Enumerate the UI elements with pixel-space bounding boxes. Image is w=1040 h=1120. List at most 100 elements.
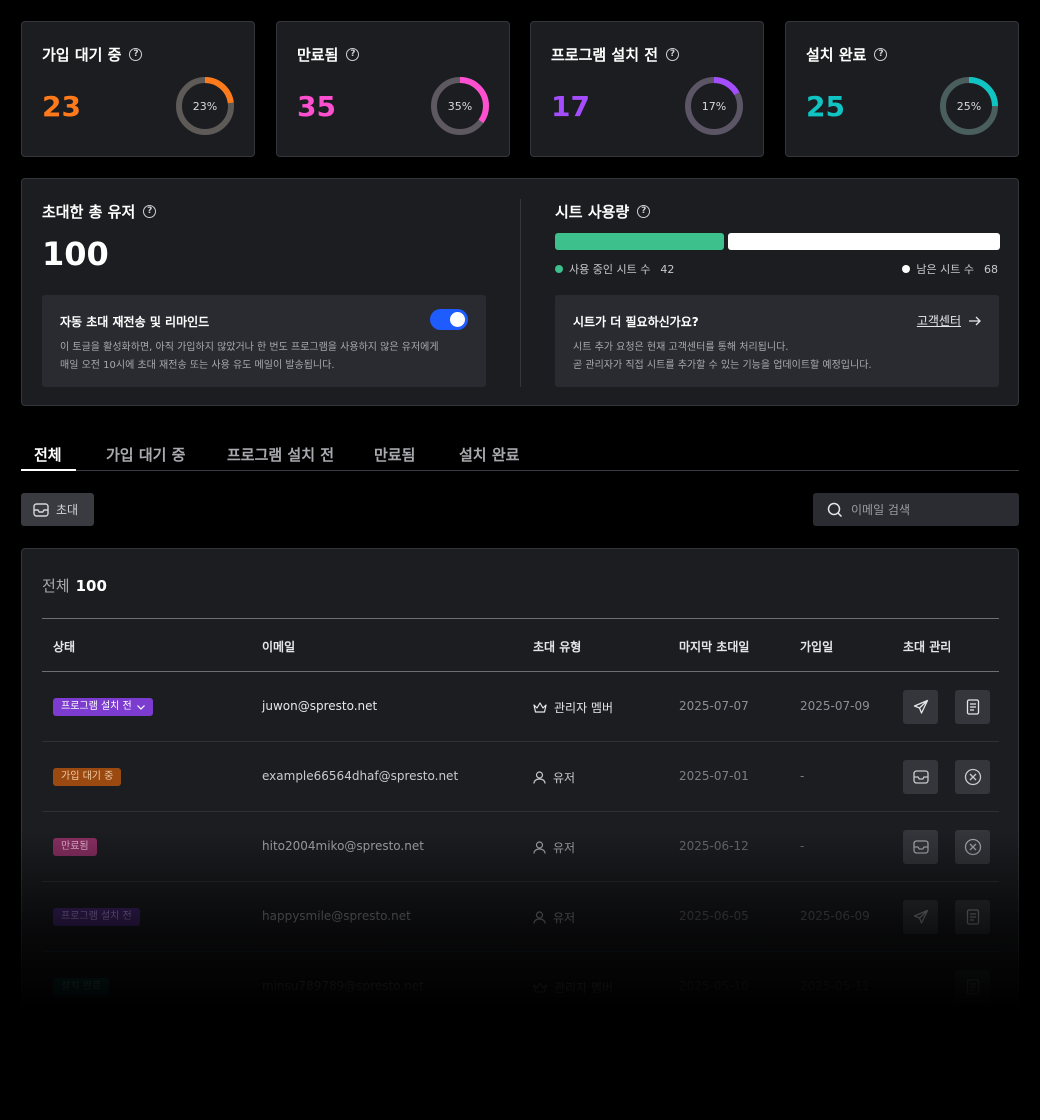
- table-total: 전체 100: [42, 575, 107, 596]
- col-type: 초대 유형: [533, 640, 582, 654]
- help-icon[interactable]: ?: [637, 205, 651, 218]
- progress-ring: 25%: [940, 77, 998, 135]
- status-badge[interactable]: 만료됨: [53, 838, 97, 856]
- progress-ring: 17%: [685, 77, 743, 135]
- invited-total: 100: [42, 235, 109, 273]
- stat-card-pending: 가입 대기 중? 23 23%: [21, 21, 255, 157]
- row-email: juwon@spresto.net: [262, 699, 378, 713]
- more-seats-box: 시트가 더 필요하신가요? 고객센터 시트 추가 요청은 현재 고객센터를 통해…: [555, 295, 999, 387]
- invite-button[interactable]: 초대: [21, 493, 94, 526]
- tab-installed[interactable]: 설치 완료: [459, 444, 519, 465]
- seat-left-bar: [728, 233, 1000, 250]
- support-link-label: 고객센터: [916, 314, 961, 328]
- total-count: 100: [75, 577, 107, 595]
- auto-invite-toggle[interactable]: [430, 309, 468, 330]
- tab-pending[interactable]: 가입 대기 중: [106, 444, 185, 465]
- auto-invite-title: 자동 초대 재전송 및 리마인드: [60, 315, 210, 329]
- stat-value: 25: [806, 90, 845, 123]
- close-circle-icon: [964, 838, 981, 856]
- row-last-invite: 2025-06-12: [679, 839, 749, 853]
- table-row: 프로그램 설치 전 happysmile@spresto.net 유저 2025…: [42, 882, 999, 952]
- row-email: happysmile@spresto.net: [262, 909, 411, 923]
- user-icon: [533, 841, 546, 854]
- cancel-invite-button[interactable]: [955, 830, 990, 864]
- table-row: 설치 완료 minsu789789@spresto.net 관리자 멤버 202…: [42, 952, 999, 1022]
- resend-invite-button[interactable]: [903, 760, 938, 794]
- active-tab-indicator: [21, 469, 76, 471]
- help-icon[interactable]: ?: [666, 48, 680, 61]
- close-circle-icon: [964, 768, 981, 786]
- auto-invite-desc-2: 매일 오전 10시에 초대 재전송 또는 사용 유도 메일이 발송됩니다.: [60, 360, 335, 371]
- total-label: 전체: [42, 577, 70, 595]
- send-button[interactable]: [903, 690, 938, 724]
- row-last-invite: 2025-06-05: [679, 909, 749, 923]
- tab-all[interactable]: 전체: [34, 444, 62, 465]
- help-icon[interactable]: ?: [129, 48, 143, 61]
- dashboard: 가입 대기 중? 23 23% 만료됨? 35 35% 프로그램 설치 전? 1…: [0, 0, 1040, 1120]
- toggle-knob: [450, 312, 465, 327]
- help-icon[interactable]: ?: [874, 48, 888, 61]
- help-icon[interactable]: ?: [143, 205, 157, 218]
- row-joined: -: [800, 769, 805, 783]
- inbox-icon: [912, 770, 929, 784]
- document-button[interactable]: [955, 900, 990, 934]
- arrow-right-icon: [969, 316, 981, 325]
- table-header: 상태 이메일 초대 유형 마지막 초대일 가입일 초대 관리: [42, 618, 999, 672]
- user-icon: [533, 771, 546, 784]
- row-type: 유저: [553, 841, 576, 855]
- divider: [520, 199, 521, 387]
- row-joined: 2025-07-09: [800, 699, 870, 713]
- row-email: hito2004miko@spresto.net: [262, 839, 424, 853]
- progress-label: 35%: [448, 100, 472, 113]
- tab-not-installed[interactable]: 프로그램 설치 전: [227, 444, 334, 465]
- table-row: 만료됨 hito2004miko@spresto.net 유저 2025-06-…: [42, 812, 999, 882]
- legend-used: 사용 중인 시트 수 42: [555, 261, 674, 277]
- support-link[interactable]: 고객센터: [917, 312, 981, 329]
- progress-label: 25%: [957, 100, 981, 113]
- legend-left: 남은 시트 수 68: [902, 261, 998, 277]
- search-placeholder: 이메일 검색: [851, 503, 911, 517]
- progress-ring: 23%: [176, 77, 234, 135]
- stat-card-expired: 만료됨? 35 35%: [276, 21, 510, 157]
- crown-icon: [533, 701, 547, 713]
- send-icon: [913, 699, 928, 714]
- status-badge[interactable]: 프로그램 설치 전: [53, 908, 140, 926]
- stat-card-not-installed: 프로그램 설치 전? 17 17%: [530, 21, 764, 157]
- help-icon[interactable]: ?: [346, 48, 360, 61]
- document-icon: [966, 979, 979, 995]
- stat-title: 만료됨: [297, 46, 339, 64]
- document-button[interactable]: [955, 970, 990, 1004]
- tab-expired[interactable]: 만료됨: [374, 444, 415, 465]
- row-type: 관리자 멤버: [554, 701, 614, 715]
- invite-button-label: 초대: [56, 503, 79, 517]
- used-count: 42: [660, 262, 675, 276]
- seat-used-bar: [555, 233, 724, 250]
- row-last-invite: 2025-07-01: [679, 769, 749, 783]
- left-dot-icon: [902, 265, 911, 273]
- document-button[interactable]: [955, 690, 990, 724]
- search-input[interactable]: 이메일 검색: [813, 493, 1019, 526]
- stat-card-installed: 설치 완료? 25 25%: [785, 21, 1019, 157]
- table-row: 프로그램 설치 전 juwon@spresto.net 관리자 멤버 2025-…: [42, 672, 999, 742]
- inbox-icon: [33, 502, 49, 517]
- more-seats-desc-1: 시트 추가 요청은 현재 고객센터를 통해 처리됩니다.: [573, 342, 789, 353]
- user-icon: [533, 911, 546, 924]
- stat-value: 23: [42, 90, 81, 123]
- status-badge[interactable]: 가입 대기 중: [53, 768, 122, 786]
- row-joined: 2025-05-11: [800, 979, 870, 993]
- row-email: example66564dhaf@spresto.net: [262, 769, 459, 783]
- progress-label: 23%: [193, 100, 217, 113]
- progress-label: 17%: [702, 100, 726, 113]
- col-last-invite: 마지막 초대일: [679, 640, 750, 654]
- status-badge[interactable]: 프로그램 설치 전: [53, 698, 153, 716]
- row-joined: 2025-06-09: [800, 909, 870, 923]
- cancel-invite-button[interactable]: [955, 760, 990, 794]
- status-badge[interactable]: 설치 완료: [53, 978, 109, 996]
- send-button[interactable]: [903, 900, 938, 934]
- more-seats-title: 시트가 더 필요하신가요?: [573, 315, 699, 329]
- resend-invite-button[interactable]: [903, 830, 938, 864]
- row-email: minsu789789@spresto.net: [262, 979, 424, 993]
- row-type: 관리자 멤버: [554, 981, 614, 995]
- col-joined: 가입일: [800, 640, 834, 654]
- crown-icon: [533, 981, 547, 993]
